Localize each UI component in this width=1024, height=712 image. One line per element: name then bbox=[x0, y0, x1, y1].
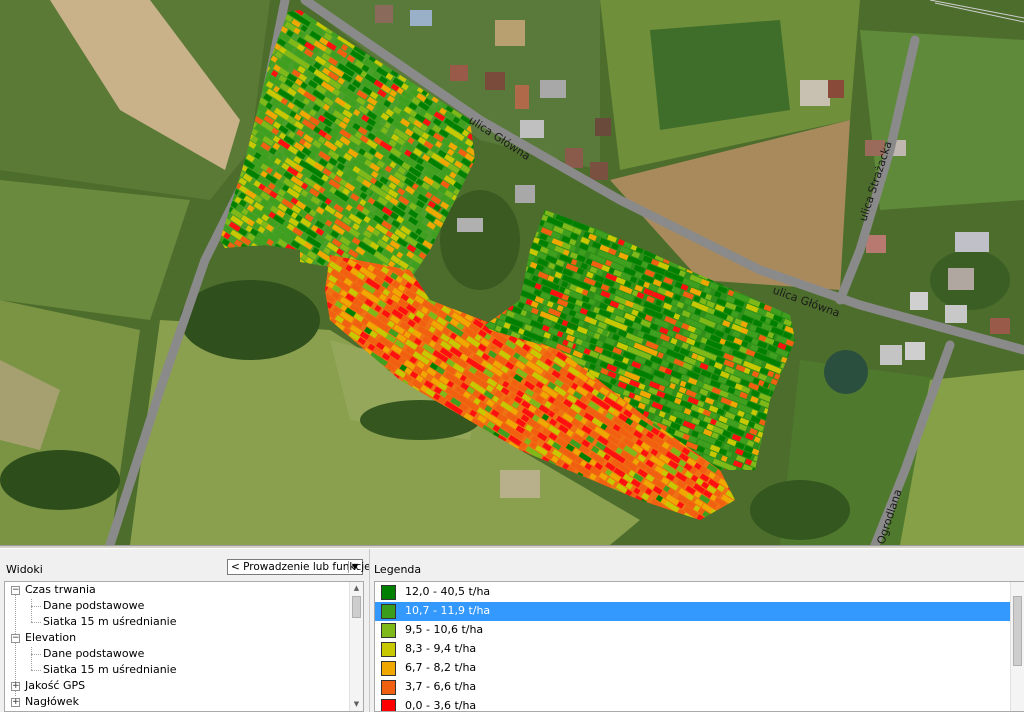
building bbox=[457, 218, 483, 232]
building bbox=[590, 162, 608, 180]
building bbox=[866, 235, 886, 253]
building bbox=[990, 318, 1010, 334]
building bbox=[948, 268, 974, 290]
building bbox=[515, 85, 529, 109]
tree-cluster bbox=[180, 280, 320, 360]
building bbox=[828, 80, 844, 98]
building bbox=[540, 80, 566, 98]
building bbox=[910, 292, 928, 310]
building bbox=[485, 72, 505, 90]
tree-cluster bbox=[750, 480, 850, 540]
building bbox=[375, 5, 393, 23]
building bbox=[905, 342, 925, 360]
building bbox=[945, 305, 967, 323]
yield-map-view[interactable]: ulica Główna ulica Główna ulica Strażack… bbox=[0, 0, 1024, 545]
building bbox=[880, 345, 902, 365]
pond bbox=[824, 350, 868, 394]
tree-cluster bbox=[0, 450, 120, 510]
building bbox=[520, 120, 544, 138]
building bbox=[500, 470, 540, 498]
building bbox=[515, 185, 535, 203]
building bbox=[450, 65, 468, 81]
building bbox=[955, 232, 989, 252]
building bbox=[595, 118, 611, 136]
building bbox=[800, 80, 830, 106]
building bbox=[410, 10, 432, 26]
building bbox=[495, 20, 525, 46]
satellite-map: ulica Główna ulica Główna ulica Strażack… bbox=[0, 0, 1024, 545]
